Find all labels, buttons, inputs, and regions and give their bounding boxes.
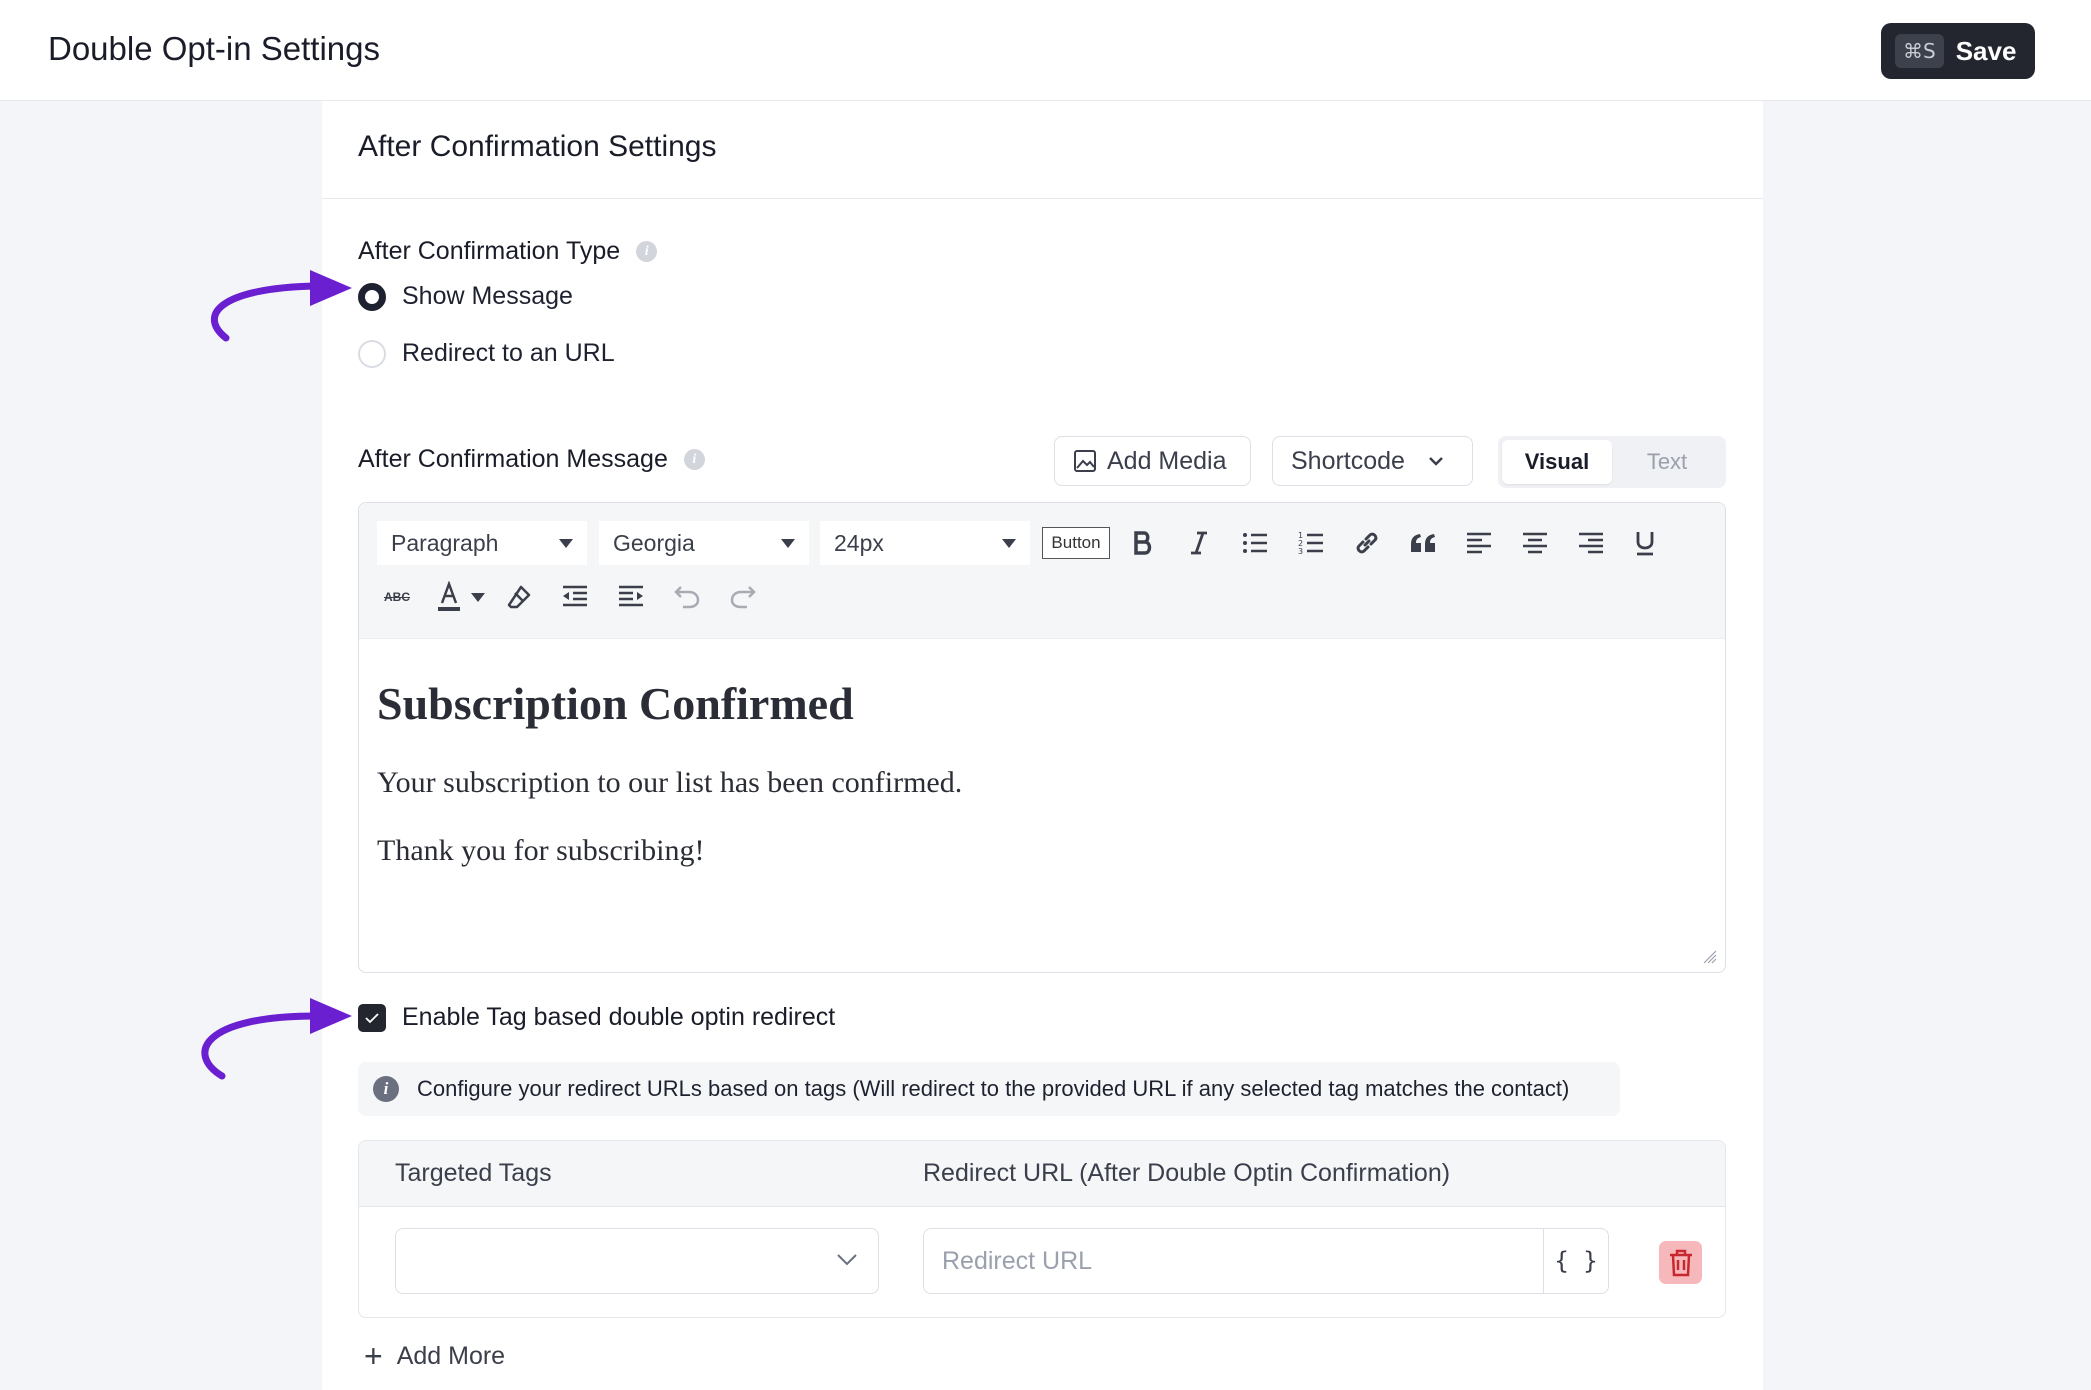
confirmation-type-label: After Confirmation Type i (358, 237, 658, 266)
content-paragraph: Your subscription to our list has been c… (377, 766, 963, 799)
info-icon[interactable]: i (636, 241, 658, 262)
add-more-label: Add More (396, 1342, 506, 1370)
plus-icon: + (364, 1338, 383, 1374)
shortcode-label: Shortcode (1291, 446, 1405, 475)
check-icon (365, 1012, 379, 1023)
caret-down-icon (1002, 538, 1016, 548)
content-heading: Subscription Confirmed (377, 678, 854, 729)
undo-icon[interactable] (667, 577, 707, 617)
rich-text-editor[interactable]: Paragraph Georgia 24px Button 123 ABC Su… (358, 502, 1726, 973)
annotation-arrow-icon (211, 270, 352, 342)
chevron-down-icon (1429, 457, 1443, 466)
image-icon (1074, 450, 1096, 472)
bold-icon[interactable] (1123, 523, 1163, 563)
checkbox-checked[interactable] (358, 1003, 386, 1032)
save-shortcut-badge: ⌘S (1895, 34, 1944, 68)
shortcode-picker-button[interactable]: { } (1543, 1228, 1609, 1294)
font-size-value: 24px (834, 529, 884, 556)
font-select[interactable]: Georgia (599, 521, 809, 565)
annotation-arrow-icon (201, 998, 352, 1080)
notice-text: Configure your redirect URLs based on ta… (417, 1076, 1570, 1101)
numbered-list-icon[interactable]: 123 (1291, 523, 1331, 563)
save-label: Save (1955, 35, 2017, 66)
add-media-button[interactable]: Add Media (1054, 436, 1251, 486)
radio-button[interactable] (358, 339, 386, 368)
redo-icon[interactable] (723, 577, 763, 617)
editor-toolbar: Paragraph Georgia 24px Button 123 ABC (359, 503, 1725, 639)
page-title: Double Opt-in Settings (48, 30, 381, 67)
editor-content[interactable]: Subscription Confirmed Your subscription… (359, 677, 1725, 868)
indent-icon[interactable] (611, 577, 651, 617)
add-more-button[interactable]: + Add More (364, 1338, 505, 1375)
blockquote-icon[interactable] (1403, 523, 1443, 563)
tag-redirect-table: Targeted Tags Redirect URL (After Double… (358, 1140, 1726, 1318)
confirmation-type-label-text: After Confirmation Type (358, 237, 621, 265)
table-header: Targeted Tags Redirect URL (After Double… (359, 1141, 1725, 1207)
font-size-select[interactable]: 24px (820, 521, 1030, 565)
shortcode-dropdown[interactable]: Shortcode (1272, 436, 1473, 486)
svg-text:3: 3 (1298, 547, 1303, 556)
format-value: Paragraph (391, 529, 499, 556)
add-media-label: Add Media (1107, 446, 1227, 475)
align-center-icon[interactable] (1515, 523, 1555, 563)
italic-icon[interactable] (1179, 523, 1219, 563)
save-button[interactable]: ⌘S Save (1881, 23, 2035, 79)
align-right-icon[interactable] (1571, 523, 1611, 563)
radio-button-checked[interactable] (358, 282, 386, 311)
tag-redirect-label: Enable Tag based double optin redirect (402, 1003, 836, 1031)
editor-mode-tabs: Visual Text (1498, 436, 1726, 488)
caret-down-icon (781, 538, 795, 548)
resize-handle-icon[interactable] (1701, 948, 1717, 964)
trash-icon (1669, 1249, 1692, 1276)
radio-redirect-url[interactable]: Redirect to an URL (358, 339, 615, 368)
clear-formatting-icon[interactable] (499, 577, 539, 617)
tab-visual[interactable]: Visual (1502, 440, 1612, 484)
caret-down-icon (559, 538, 573, 548)
text-color-dropdown-icon[interactable] (466, 577, 490, 617)
panel-title: After Confirmation Settings (322, 101, 1763, 199)
redirect-url-input[interactable] (923, 1228, 1544, 1294)
targeted-tags-select[interactable] (395, 1228, 879, 1294)
format-select[interactable]: Paragraph (377, 521, 587, 565)
info-icon[interactable]: i (683, 449, 705, 470)
bullet-list-icon[interactable] (1235, 523, 1275, 563)
radio-show-message[interactable]: Show Message (358, 282, 573, 311)
confirmation-message-label-text: After Confirmation Message (358, 445, 668, 473)
strikethrough-icon[interactable]: ABC (377, 577, 417, 617)
chevron-down-icon (837, 1254, 857, 1266)
info-notice: i Configure your redirect URLs based on … (358, 1062, 1620, 1116)
align-left-icon[interactable] (1459, 523, 1499, 563)
underline-icon[interactable] (1625, 523, 1665, 563)
info-icon: i (373, 1076, 399, 1102)
column-header-url: Redirect URL (After Double Optin Confirm… (923, 1159, 1451, 1187)
link-icon[interactable] (1347, 523, 1387, 563)
confirmation-message-label: After Confirmation Message i (358, 445, 705, 474)
radio-label: Redirect to an URL (402, 339, 615, 367)
outdent-icon[interactable] (555, 577, 595, 617)
delete-row-button[interactable] (1659, 1241, 1702, 1284)
tab-text[interactable]: Text (1612, 440, 1722, 484)
column-header-tags: Targeted Tags (395, 1159, 552, 1187)
content-paragraph: Thank you for subscribing! (377, 834, 705, 867)
font-value: Georgia (613, 529, 695, 556)
insert-button-button[interactable]: Button (1042, 527, 1110, 559)
tag-redirect-checkbox-row[interactable]: Enable Tag based double optin redirect (358, 1003, 835, 1032)
radio-label: Show Message (402, 282, 573, 310)
top-bar: Double Opt-in Settings ⌘S Save (0, 0, 2091, 101)
